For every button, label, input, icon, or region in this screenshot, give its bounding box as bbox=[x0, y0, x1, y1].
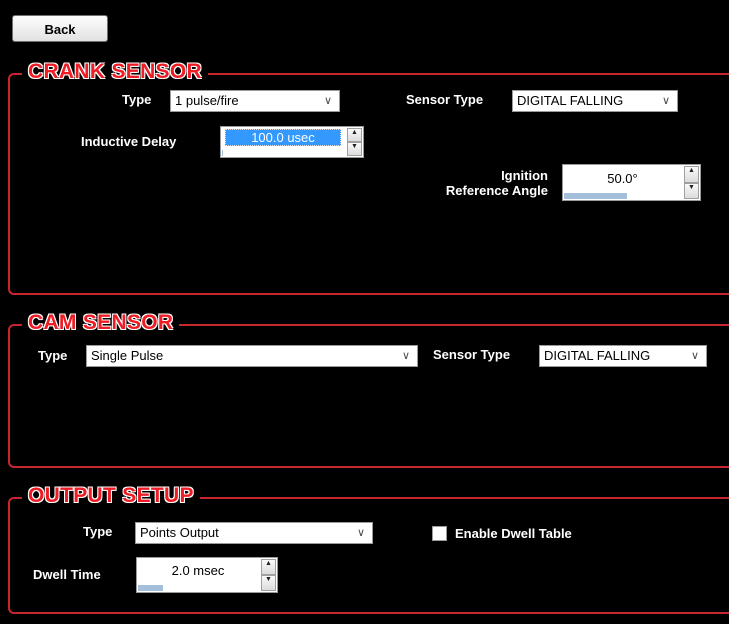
ignition-reference-angle-value: 50.0° bbox=[607, 171, 638, 186]
dwell-time-value: 2.0 msec bbox=[171, 563, 225, 578]
chevron-down-icon: ∨ bbox=[690, 350, 700, 362]
cam-sensor-panel: CAM SENSOR Type Single Pulse ∨ Sensor Ty… bbox=[8, 311, 729, 468]
chevron-down-icon: ∨ bbox=[323, 95, 333, 107]
back-button[interactable]: Back bbox=[12, 15, 108, 42]
dwell-time-label: Dwell Time bbox=[33, 567, 101, 582]
cam-type-label: Type bbox=[38, 348, 68, 363]
ignition-level-bar bbox=[564, 193, 628, 199]
chevron-down-icon: ∨ bbox=[401, 350, 411, 362]
arrow-down-icon[interactable]: ▼ bbox=[347, 142, 362, 156]
crank-sensor-type-label: Sensor Type bbox=[406, 92, 484, 107]
ignition-reference-angle-label: Ignition Reference Angle bbox=[408, 168, 548, 198]
cam-sensor-type-label: Sensor Type bbox=[433, 347, 511, 362]
cam-type-select[interactable]: Single Pulse ∨ bbox=[86, 345, 418, 367]
app-window: Back CRANK SENSOR Type 1 pulse/fire ∨ Se… bbox=[0, 0, 729, 624]
arrow-up-icon[interactable]: ▲ bbox=[684, 166, 699, 183]
output-type-label: Type bbox=[83, 524, 113, 539]
enable-dwell-table-label: Enable Dwell Table bbox=[455, 526, 572, 541]
chevron-down-icon: ∨ bbox=[661, 95, 671, 107]
inductive-delay-spinner[interactable]: 100.0 usec ▲ ▼ bbox=[220, 126, 364, 158]
output-setup-title: OUTPUT SETUP bbox=[22, 484, 200, 508]
cam-sensor-type-value: DIGITAL FALLING bbox=[544, 348, 651, 363]
output-type-value: Points Output bbox=[140, 525, 219, 540]
dwell-time-field[interactable]: 2.0 msec bbox=[137, 558, 259, 592]
cam-sensor-title: CAM SENSOR bbox=[22, 311, 180, 335]
cam-sensor-type-select[interactable]: DIGITAL FALLING ∨ bbox=[539, 345, 707, 367]
cam-type-value: Single Pulse bbox=[91, 348, 164, 363]
inductive-delay-label: Inductive Delay bbox=[81, 134, 177, 149]
crank-sensor-title: CRANK SENSOR bbox=[22, 60, 208, 84]
ignition-reference-angle-spinner[interactable]: 50.0° ▲ ▼ bbox=[562, 164, 701, 201]
inductive-delay-value: 100.0 usec bbox=[225, 129, 341, 146]
crank-type-label: Type bbox=[122, 92, 152, 107]
output-type-select[interactable]: Points Output ∨ bbox=[135, 522, 373, 544]
output-setup-panel: OUTPUT SETUP Type Points Output ∨ Enable… bbox=[8, 484, 729, 614]
crank-sensor-type-value: DIGITAL FALLING bbox=[517, 93, 624, 108]
crank-sensor-type-select[interactable]: DIGITAL FALLING ∨ bbox=[512, 90, 678, 112]
arrow-down-icon[interactable]: ▼ bbox=[684, 182, 699, 199]
dwell-time-level-bar bbox=[138, 585, 163, 591]
inductive-delay-field[interactable]: 100.0 usec bbox=[221, 127, 345, 157]
crank-type-select[interactable]: 1 pulse/fire ∨ bbox=[170, 90, 340, 112]
crank-sensor-panel: CRANK SENSOR Type 1 pulse/fire ∨ Sensor … bbox=[8, 60, 729, 295]
enable-dwell-table-checkbox[interactable] bbox=[432, 526, 447, 541]
chevron-down-icon: ∨ bbox=[356, 527, 366, 539]
ignition-reference-angle-field[interactable]: 50.0° bbox=[563, 165, 682, 200]
crank-type-value: 1 pulse/fire bbox=[175, 93, 239, 108]
ignition-label-line1: Ignition bbox=[501, 168, 548, 183]
arrow-up-icon[interactable]: ▲ bbox=[347, 128, 362, 142]
arrow-down-icon[interactable]: ▼ bbox=[261, 575, 276, 591]
dwell-time-spinner[interactable]: 2.0 msec ▲ ▼ bbox=[136, 557, 278, 593]
arrow-up-icon[interactable]: ▲ bbox=[261, 559, 276, 575]
ignition-label-line2: Reference Angle bbox=[445, 183, 548, 198]
